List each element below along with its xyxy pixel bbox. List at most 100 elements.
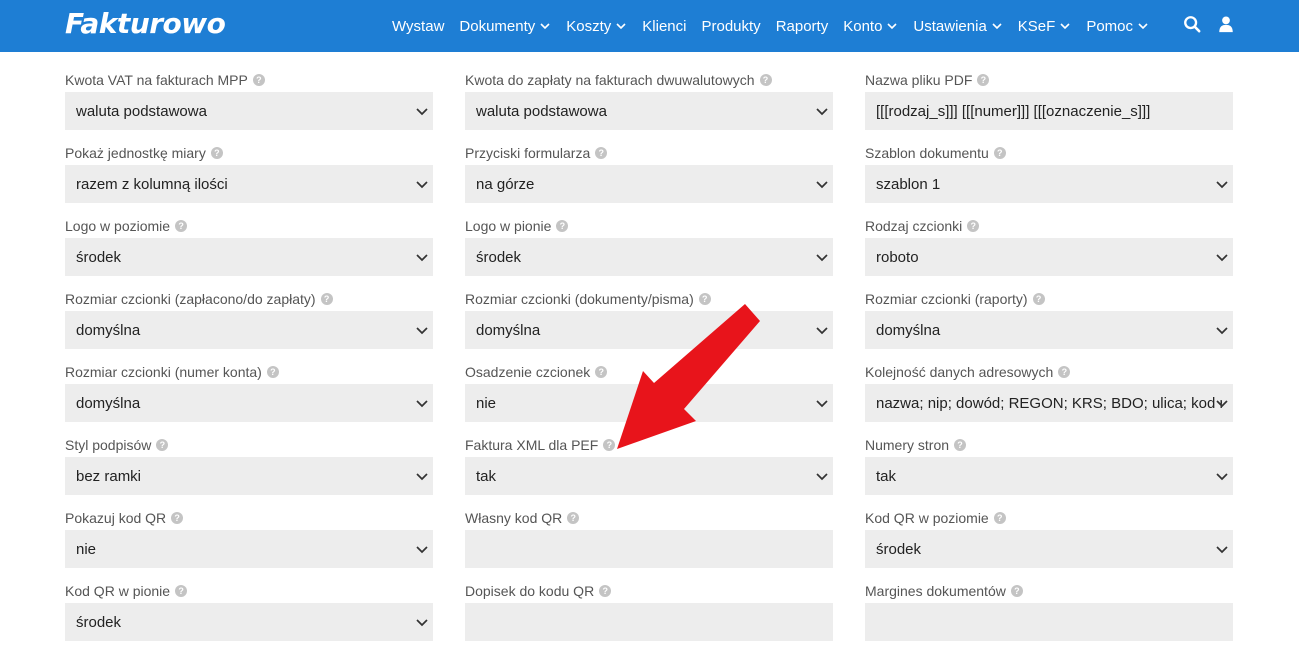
chevron-down-icon — [886, 20, 898, 32]
field-label: Pokazuj kod QR? — [65, 508, 433, 528]
help-icon[interactable]: ? — [567, 512, 580, 524]
szablon-dokumentu-select[interactable]: szablon 1 — [865, 165, 1233, 203]
margines-dokumentow-input[interactable] — [865, 603, 1233, 641]
help-icon[interactable]: ? — [252, 74, 265, 86]
help-icon[interactable]: ? — [171, 512, 184, 524]
chevron-down-icon — [415, 396, 429, 410]
user-icon[interactable] — [1217, 15, 1235, 38]
field-label: Pokaż jednostkę miary? — [65, 143, 433, 163]
help-icon[interactable]: ? — [595, 147, 608, 159]
field-value: nazwa; nip; dowód; REGON; KRS; BDO; ulic… — [876, 394, 1222, 412]
nav-item-raporty[interactable]: Raporty — [776, 18, 829, 35]
kod-qr-w-pionie-select[interactable]: środek — [65, 603, 433, 641]
nav-icons — [1183, 0, 1235, 52]
logo-w-pionie-select[interactable]: środek — [465, 238, 833, 276]
field-faktura-xml-dla-pef: Faktura XML dla PEF? tak — [465, 435, 833, 508]
rozmiar-czcionki-numer-konta-select[interactable]: domyślna — [65, 384, 433, 422]
nazwa-pliku-pdf-input[interactable]: [[[rodzaj_s]]] [[[numer]]] [[[oznaczenie… — [865, 92, 1233, 130]
help-icon[interactable]: ? — [210, 147, 223, 159]
field-label-text: Kod QR w pionie — [65, 583, 171, 599]
field-label: Rozmiar czcionki (numer konta)? — [65, 362, 433, 382]
help-icon[interactable]: ? — [266, 366, 279, 378]
help-icon[interactable]: ? — [977, 74, 990, 86]
kolejnosc-danych-adresowych-select[interactable]: nazwa; nip; dowód; REGON; KRS; BDO; ulic… — [865, 384, 1233, 422]
chevron-down-icon — [1215, 469, 1229, 483]
help-icon[interactable]: ? — [556, 220, 569, 232]
chevron-down-icon — [991, 20, 1003, 32]
nav-item-label: Produkty — [701, 17, 761, 35]
nav-item-konto[interactable]: Konto — [843, 18, 898, 35]
field-label: Numery stron? — [865, 435, 1233, 455]
chevron-down-icon — [415, 542, 429, 556]
search-icon[interactable] — [1183, 15, 1201, 38]
help-icon[interactable]: ? — [993, 147, 1006, 159]
nav-item-label: Pomoc — [1086, 17, 1133, 35]
field-label: Własny kod QR? — [465, 508, 833, 528]
help-icon[interactable]: ? — [156, 439, 169, 451]
chevron-down-icon — [415, 469, 429, 483]
rozmiar-czcionki-zaplacono-do-zaplaty-select[interactable]: domyślna — [65, 311, 433, 349]
kod-qr-w-poziomie-select[interactable]: środek — [865, 530, 1233, 568]
rodzaj-czcionki-select[interactable]: roboto — [865, 238, 1233, 276]
nav-item-pomoc[interactable]: Pomoc — [1086, 18, 1149, 35]
field-dopisek-do-kodu-qr: Dopisek do kodu QR? — [465, 581, 833, 654]
field-kolejnosc-danych-adresowych: Kolejność danych adresowych? nazwa; nip; … — [865, 362, 1233, 435]
field-label: Kolejność danych adresowych? — [865, 362, 1233, 382]
kwota-do-zaplaty-na-fakturach-dwuwalutowych-select[interactable]: waluta podstawowa — [465, 92, 833, 130]
pokazuj-kod-qr-select[interactable]: nie — [65, 530, 433, 568]
field-value: środek — [876, 540, 922, 558]
chevron-down-icon — [815, 396, 829, 410]
osadzenie-czcionek-select[interactable]: nie — [465, 384, 833, 422]
numery-stron-select[interactable]: tak — [865, 457, 1233, 495]
help-icon[interactable]: ? — [967, 220, 980, 232]
field-styl-podpisow: Styl podpisów? bez ramki — [65, 435, 433, 508]
nav-item-dokumenty[interactable]: Dokumenty — [459, 18, 551, 35]
nav-item-ustawienia[interactable]: Ustawienia — [913, 18, 1002, 35]
rozmiar-czcionki-raporty-select[interactable]: domyślna — [865, 311, 1233, 349]
field-label: Kod QR w pionie? — [65, 581, 433, 601]
field-label-text: Kwota VAT na fakturach MPP — [65, 72, 248, 88]
nav-item-label: Wystaw — [392, 17, 445, 35]
help-icon[interactable]: ? — [698, 293, 711, 305]
field-value: [[[rodzaj_s]]] [[[numer]]] [[[oznaczenie… — [876, 102, 1151, 120]
nav-item-klienci[interactable]: Klienci — [642, 18, 686, 35]
help-icon[interactable]: ? — [759, 74, 772, 86]
help-icon[interactable]: ? — [595, 366, 608, 378]
przyciski-formularza-select[interactable]: na górze — [465, 165, 833, 203]
help-icon[interactable]: ? — [993, 512, 1006, 524]
faktura-xml-dla-pef-select[interactable]: tak — [465, 457, 833, 495]
field-label-text: Styl podpisów — [65, 437, 152, 453]
styl-podpisow-select[interactable]: bez ramki — [65, 457, 433, 495]
wlasny-kod-qr-input[interactable] — [465, 530, 833, 568]
help-icon[interactable]: ? — [1010, 585, 1023, 597]
logo-w-poziomie-select[interactable]: środek — [65, 238, 433, 276]
field-label-text: Własny kod QR — [465, 510, 563, 526]
nav-item-koszty[interactable]: Koszty — [566, 18, 627, 35]
nav-item-label: Klienci — [642, 17, 687, 35]
field-value: środek — [76, 613, 122, 631]
rozmiar-czcionki-dokumenty-pisma-select[interactable]: domyślna — [465, 311, 833, 349]
nav-item-label: Raporty — [775, 17, 829, 35]
help-icon[interactable]: ? — [603, 439, 616, 451]
nav-item-produkty[interactable]: Produkty — [701, 18, 760, 35]
dopisek-do-kodu-qr-input[interactable] — [465, 603, 833, 641]
help-icon[interactable]: ? — [954, 439, 967, 451]
help-icon[interactable]: ? — [1032, 293, 1045, 305]
help-icon[interactable]: ? — [175, 585, 188, 597]
pokaz-jednostke-miary-select[interactable]: razem z kolumną ilości — [65, 165, 433, 203]
logo[interactable]: Fakturowo — [65, 7, 226, 40]
field-value: roboto — [876, 248, 919, 266]
help-icon[interactable]: ? — [1058, 366, 1071, 378]
main-menu: Wystaw Dokumenty Koszty Klienci Produkty Rapo… — [392, 0, 1149, 52]
kwota-vat-na-fakturach-mpp-select[interactable]: waluta podstawowa — [65, 92, 433, 130]
field-label-text: Rozmiar czcionki (zapłacono/do zapłaty) — [65, 291, 316, 307]
help-icon[interactable]: ? — [320, 293, 333, 305]
field-kwota-vat-na-fakturach-mpp: Kwota VAT na fakturach MPP? waluta podsta… — [65, 70, 433, 143]
help-icon[interactable]: ? — [175, 220, 188, 232]
chevron-down-icon — [1137, 20, 1149, 32]
help-icon[interactable]: ? — [599, 585, 612, 597]
nav-item-wystaw[interactable]: Wystaw — [392, 18, 444, 35]
field-label: Rozmiar czcionki (dokumenty/pisma)? — [465, 289, 833, 309]
nav-item-ksef[interactable]: KSeF — [1018, 18, 1072, 35]
nav-item-label: Dokumenty — [459, 17, 536, 35]
